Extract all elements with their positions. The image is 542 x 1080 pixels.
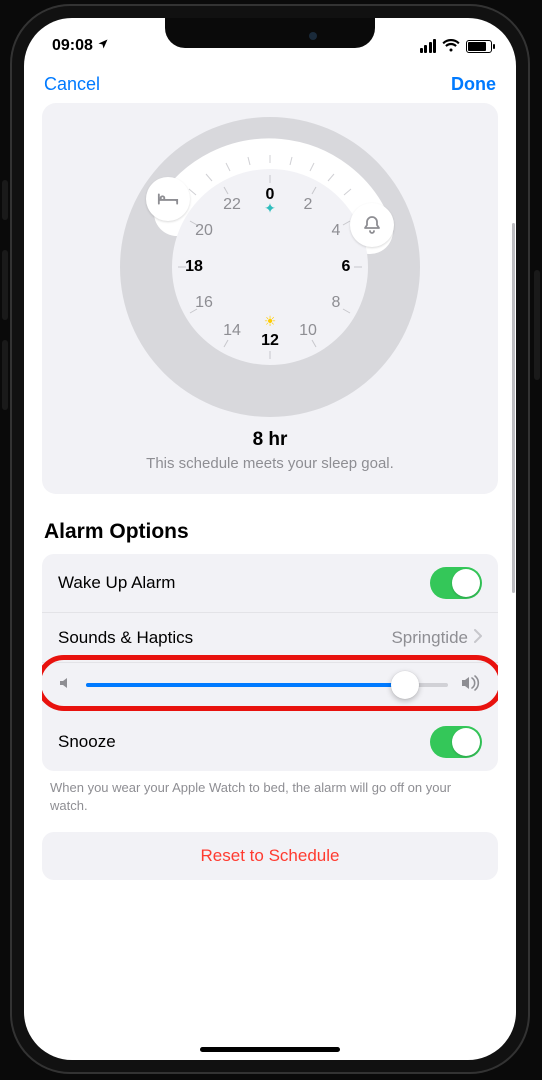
dial-hour: 2 — [304, 196, 313, 214]
bedtime-handle[interactable] — [146, 177, 190, 221]
sleep-duration: 8 hr — [42, 429, 498, 451]
dial-hour: 12 — [261, 332, 279, 350]
speaker-low-icon — [58, 675, 74, 696]
wifi-icon — [442, 39, 460, 53]
bed-icon — [157, 191, 179, 207]
sleep-dial-card: 0 2 4 6 8 10 12 14 16 18 20 22 ✦ ☀︎ 8 hr… — [42, 103, 498, 494]
speaker-high-icon — [460, 674, 482, 697]
dial-hour: 10 — [299, 322, 317, 340]
wake-handle[interactable] — [350, 203, 394, 247]
wake-up-alarm-toggle[interactable] — [430, 567, 482, 599]
volume-row — [42, 662, 498, 713]
sounds-haptics-value: Springtide — [391, 628, 468, 648]
status-time-wrap: 09:08 — [52, 37, 109, 55]
cancel-button[interactable]: Cancel — [44, 74, 100, 95]
volume-slider[interactable] — [86, 671, 448, 699]
bell-icon — [363, 215, 381, 235]
home-indicator[interactable] — [200, 1047, 340, 1052]
location-icon — [97, 37, 109, 55]
sounds-haptics-row[interactable]: Sounds & Haptics Springtide — [42, 612, 498, 662]
scroll-indicator[interactable] — [512, 223, 515, 593]
dial-hour: 18 — [185, 258, 203, 276]
nav-bar: Cancel Done — [24, 62, 516, 103]
snooze-row: Snooze — [42, 713, 498, 771]
snooze-label: Snooze — [58, 732, 116, 752]
sleep-dial[interactable]: 0 2 4 6 8 10 12 14 16 18 20 22 ✦ ☀︎ — [120, 117, 420, 417]
wake-up-alarm-label: Wake Up Alarm — [58, 573, 175, 593]
content: 0 2 4 6 8 10 12 14 16 18 20 22 ✦ ☀︎ 8 hr… — [24, 103, 516, 1035]
chevron-right-icon — [474, 628, 482, 648]
dial-ticks — [120, 117, 420, 417]
dial-hour: 8 — [332, 294, 341, 312]
alarm-options-group: Wake Up Alarm Sounds & Haptics Springtid… — [42, 554, 498, 771]
dial-hour: 22 — [223, 196, 241, 214]
alarm-note: When you wear your Apple Watch to bed, t… — [42, 771, 498, 814]
screen: 09:08 Cancel Done — [24, 18, 516, 1060]
dial-hour: 6 — [342, 258, 351, 276]
cellular-icon — [420, 39, 437, 53]
sleep-goal-text: This schedule meets your sleep goal. — [42, 455, 498, 472]
battery-icon — [466, 40, 492, 53]
dial-hour: 16 — [195, 294, 213, 312]
reset-group: Reset to Schedule — [42, 832, 498, 880]
status-time: 09:08 — [52, 37, 93, 54]
dial-hour: 14 — [223, 322, 241, 340]
notch — [165, 18, 375, 48]
sun-icon: ☀︎ — [264, 313, 277, 330]
alarm-options-title: Alarm Options — [44, 520, 496, 544]
done-button[interactable]: Done — [451, 74, 496, 95]
phone-frame: 09:08 Cancel Done — [10, 4, 530, 1074]
snooze-toggle[interactable] — [430, 726, 482, 758]
wake-up-alarm-row: Wake Up Alarm — [42, 554, 498, 612]
sparkle-icon: ✦ — [264, 200, 276, 217]
volume-thumb[interactable] — [391, 671, 419, 699]
dial-hour: 4 — [332, 222, 341, 240]
reset-to-schedule-button[interactable]: Reset to Schedule — [42, 832, 498, 880]
dial-hour: 20 — [195, 222, 213, 240]
status-right — [420, 39, 493, 53]
sounds-haptics-label: Sounds & Haptics — [58, 628, 193, 648]
